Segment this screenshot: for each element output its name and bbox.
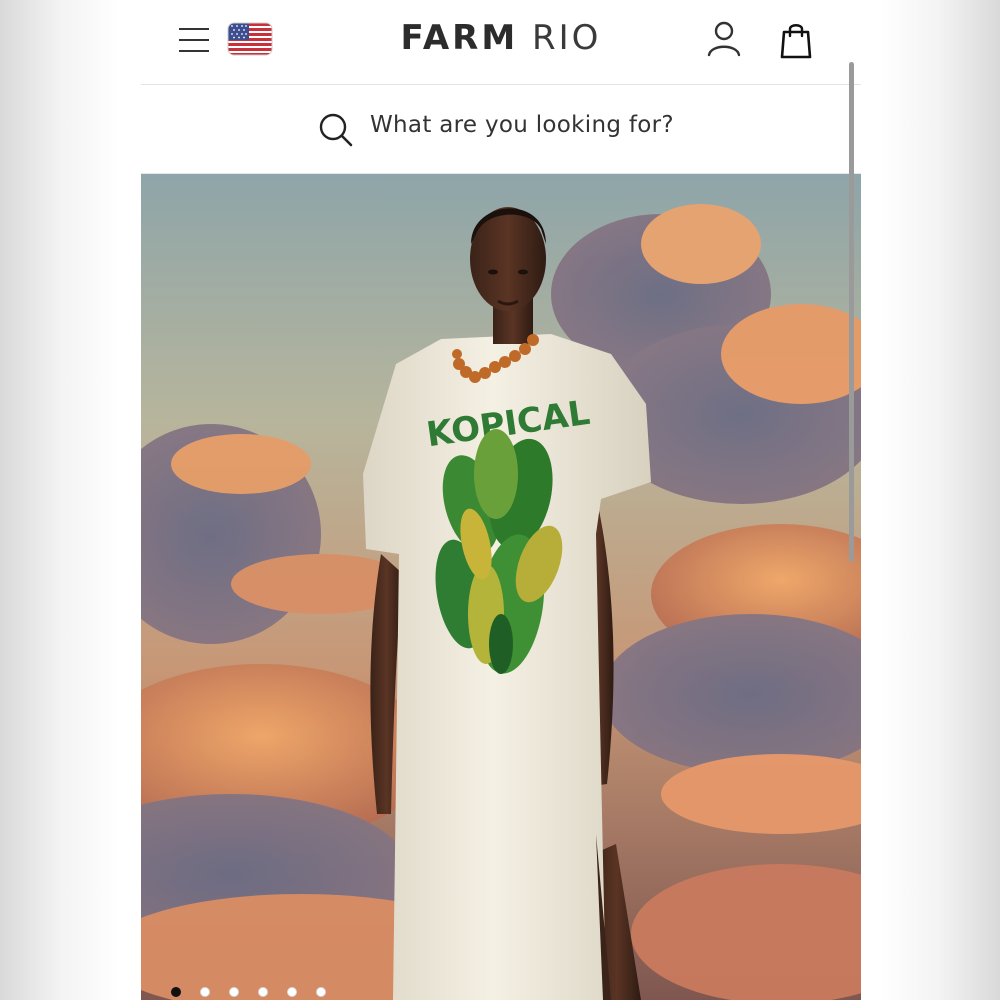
carousel-dot-5[interactable] <box>287 987 297 997</box>
logo-rio: RIO <box>532 18 602 58</box>
hero-carousel-image[interactable]: KOPICAL <box>141 174 861 1000</box>
mobile-viewport: FARM RIO What are you looking for? KOPIC… <box>141 0 861 1000</box>
carousel-dot-3[interactable] <box>229 987 239 997</box>
site-header: FARM RIO <box>141 0 861 85</box>
search-bar[interactable]: What are you looking for? <box>141 85 861 174</box>
carousel-dot-1[interactable] <box>171 987 181 997</box>
carousel-dot-6[interactable] <box>316 987 326 997</box>
carousel-dot-4[interactable] <box>258 987 268 997</box>
carousel-dot-2[interactable] <box>200 987 210 997</box>
search-input-placeholder[interactable]: What are you looking for? <box>370 112 674 138</box>
user-icon[interactable] <box>703 18 745 62</box>
brand-logo[interactable]: FARM RIO <box>141 18 861 58</box>
page-scrollbar[interactable] <box>849 62 854 562</box>
search-icon <box>319 113 353 147</box>
carousel-indicators <box>171 982 345 997</box>
logo-farm: FARM <box>400 18 519 58</box>
shopping-bag-icon[interactable] <box>775 18 817 62</box>
hero-photo: KOPICAL <box>141 174 861 1000</box>
